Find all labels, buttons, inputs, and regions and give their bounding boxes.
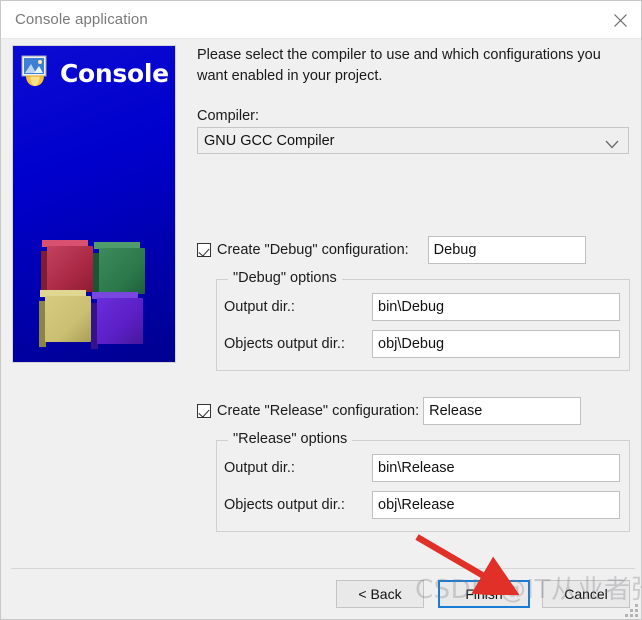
- compiler-selected-value: GNU GCC Compiler: [204, 132, 335, 149]
- release-objects-dir-field: Objects output dir.: obj\Release: [224, 491, 629, 519]
- back-button[interactable]: < Back: [336, 580, 424, 608]
- wizard-banner: Console: [12, 45, 176, 363]
- cube-green: [93, 242, 145, 299]
- wizard-content: Please select the compiler to use and wh…: [197, 45, 637, 532]
- banner-header: Console: [19, 55, 169, 92]
- console-application-dialog: Console application Console Please selec…: [0, 0, 642, 620]
- footer-divider: [11, 568, 635, 569]
- cube-purple: [91, 292, 143, 349]
- window-title: Console application: [15, 11, 148, 28]
- release-objects-dir-label: Objects output dir.:: [224, 497, 345, 513]
- debug-config-row: Create "Debug" configuration: Debug: [197, 236, 637, 264]
- compiler-label: Compiler:: [197, 108, 260, 124]
- compiler-select[interactable]: GNU GCC Compiler: [197, 127, 629, 154]
- release-config-row: Create "Release" configuration: Release: [197, 397, 637, 425]
- cancel-button[interactable]: Cancel: [542, 580, 630, 608]
- release-output-dir-field: Output dir.: bin\Release: [224, 454, 629, 482]
- debug-output-dir-field: Output dir.: bin\Debug: [224, 293, 629, 321]
- intro-text: Please select the compiler to use and wh…: [197, 47, 601, 84]
- banner-title: Console: [60, 59, 169, 88]
- release-options-legend: "Release" options: [228, 431, 353, 447]
- four-cubes-graphic: [39, 240, 149, 349]
- release-checkbox-label: Create "Release" configuration:: [217, 403, 420, 419]
- debug-output-dir-input[interactable]: bin\Debug: [372, 293, 620, 321]
- release-output-dir-input[interactable]: bin\Release: [372, 454, 620, 482]
- cube-yellow: [39, 290, 91, 347]
- finish-button[interactable]: Finish: [438, 580, 530, 608]
- debug-output-dir-label: Output dir.:: [224, 299, 295, 315]
- debug-configuration-checkbox[interactable]: [197, 243, 211, 257]
- close-icon[interactable]: [597, 1, 641, 39]
- dialog-body: Console Please select the compiler to us…: [1, 39, 641, 619]
- dialog-footer: < Back Finish Cancel: [1, 577, 641, 619]
- release-configuration-checkbox[interactable]: [197, 404, 211, 418]
- title-bar: Console application: [1, 1, 641, 39]
- release-output-dir-label: Output dir.:: [224, 460, 295, 476]
- release-options-group: "Release" options Output dir.: bin\Relea…: [216, 431, 630, 532]
- debug-options-legend: "Debug" options: [228, 270, 342, 286]
- debug-objects-dir-label: Objects output dir.:: [224, 336, 345, 352]
- console-app-icon: [19, 55, 53, 92]
- debug-objects-dir-input[interactable]: obj\Debug: [372, 330, 620, 358]
- debug-checkbox-label: Create "Debug" configuration:: [217, 242, 409, 258]
- cube-red: [41, 240, 93, 297]
- debug-objects-dir-field: Objects output dir.: obj\Debug: [224, 330, 629, 358]
- debug-name-input[interactable]: Debug: [427, 236, 586, 264]
- chevron-down-icon: [605, 136, 619, 154]
- release-objects-dir-input[interactable]: obj\Release: [372, 491, 620, 519]
- resize-grip-icon[interactable]: [625, 604, 639, 618]
- debug-options-group: "Debug" options Output dir.: bin\Debug O…: [216, 270, 630, 371]
- release-name-input[interactable]: Release: [423, 397, 582, 425]
